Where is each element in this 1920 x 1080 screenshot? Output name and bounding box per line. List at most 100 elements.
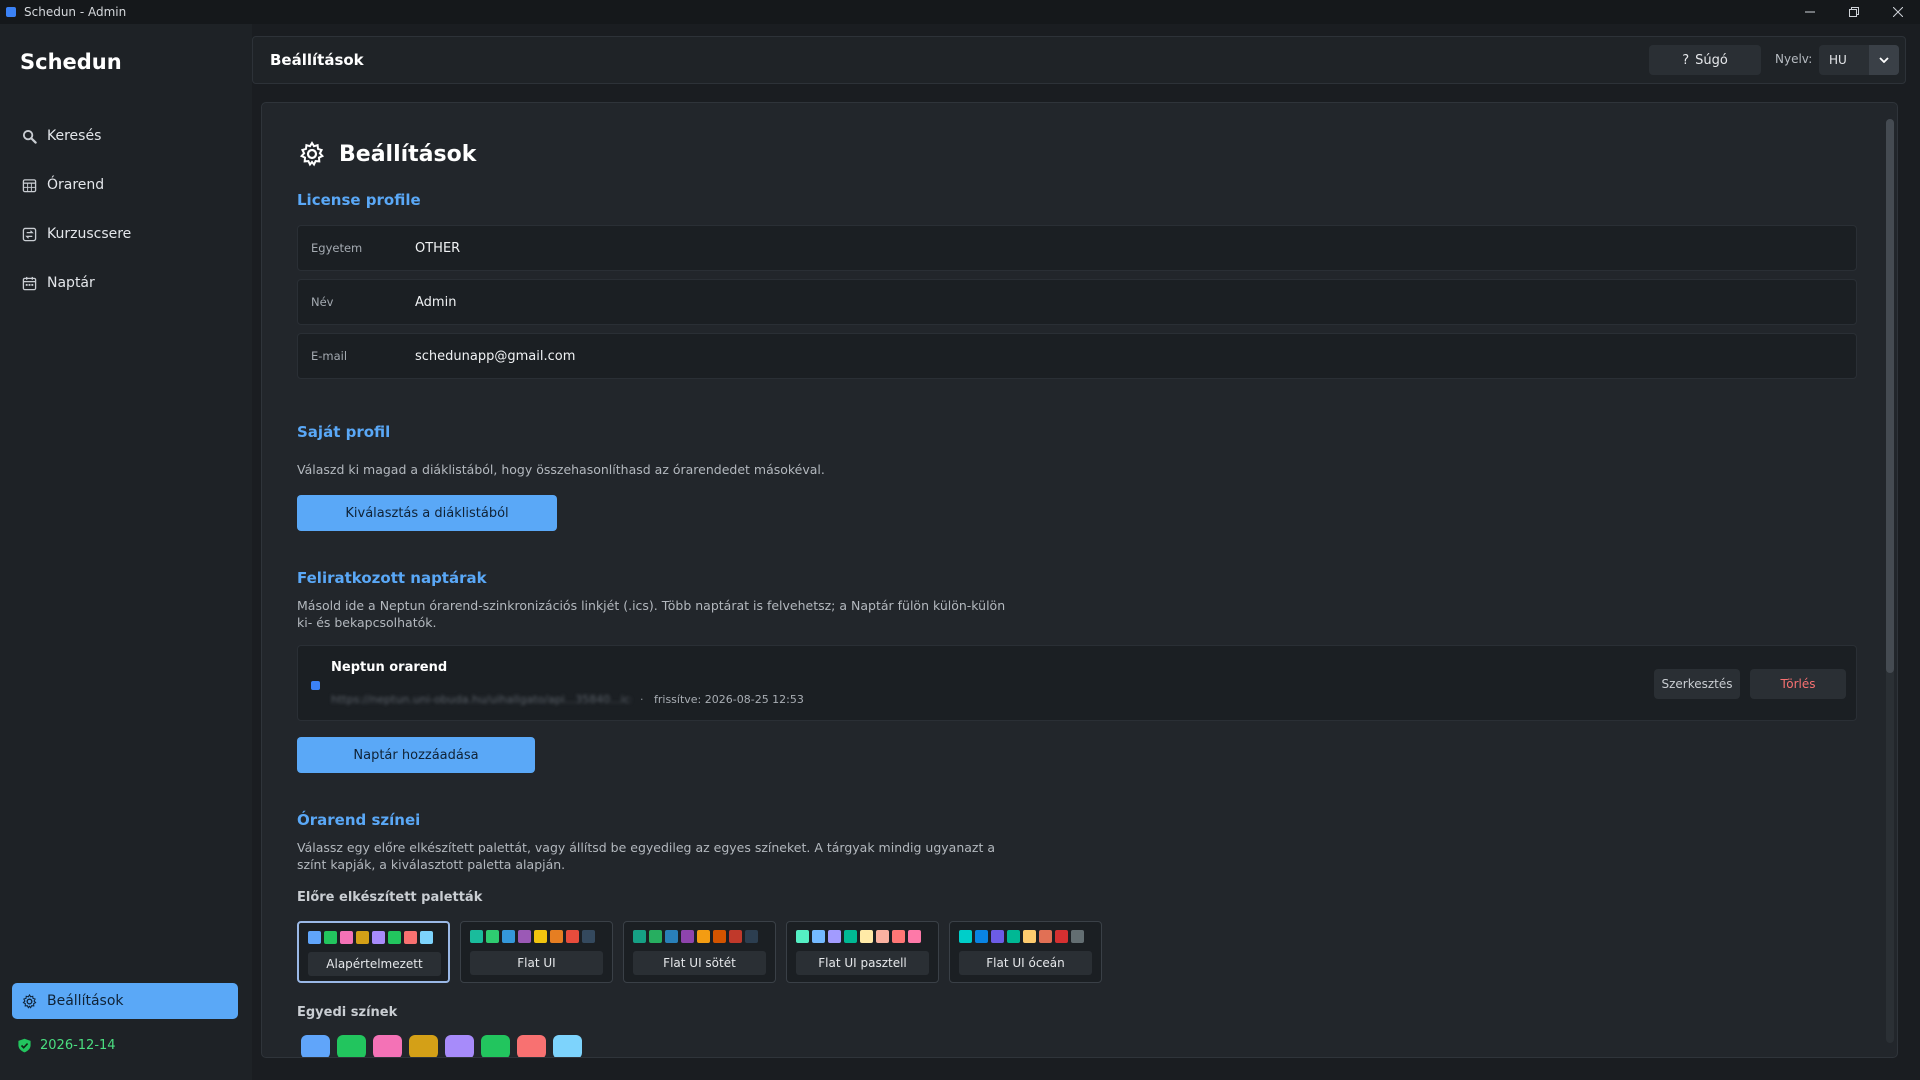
palette-swatch xyxy=(308,931,321,944)
palette-swatch xyxy=(908,930,921,943)
palette-option[interactable]: Alapértelmezett xyxy=(297,921,450,983)
sidebar-item-label: Beállítások xyxy=(47,993,124,1009)
palette-option[interactable]: Flat UI sötét xyxy=(623,921,776,983)
license-row-email: E-mail schedunapp@gmail.com xyxy=(297,333,1857,379)
help-button-label: Súgó xyxy=(1695,52,1728,68)
calendar-separator: · xyxy=(640,693,644,706)
custom-color-swatch[interactable] xyxy=(373,1035,402,1057)
custom-color-swatch[interactable] xyxy=(445,1035,474,1057)
palette-swatch xyxy=(1023,930,1036,943)
license-section-title: License profile xyxy=(297,191,421,209)
palette-swatch xyxy=(697,930,710,943)
palette-swatches xyxy=(470,930,598,943)
own-profile-description: Válaszd ki magad a diáklistából, hogy ös… xyxy=(297,462,825,477)
palette-swatch xyxy=(420,931,433,944)
restore-button[interactable] xyxy=(1832,0,1876,24)
palette-swatch xyxy=(729,930,742,943)
scrollbar[interactable] xyxy=(1886,119,1894,1043)
sidebar-item-search[interactable]: Keresés xyxy=(12,118,238,154)
palette-option[interactable]: Flat UI pasztell xyxy=(786,921,939,983)
palette-swatch xyxy=(844,930,857,943)
row-key: Egyetem xyxy=(311,241,363,255)
close-icon xyxy=(1893,7,1903,17)
brand-logo: Schedun xyxy=(20,50,122,74)
window-title: Schedun - Admin xyxy=(24,5,127,19)
own-profile-title: Saját profil xyxy=(297,423,391,441)
palette-swatches xyxy=(796,930,924,943)
restore-icon xyxy=(1849,7,1859,17)
language-label: Nyelv: xyxy=(1775,52,1813,66)
license-status: 2026-12-14 xyxy=(17,1038,116,1053)
palette-swatch xyxy=(324,931,337,944)
custom-color-swatch[interactable] xyxy=(337,1035,366,1057)
palette-swatch xyxy=(356,931,369,944)
custom-color-swatch[interactable] xyxy=(301,1035,330,1057)
sidebar-item-label: Naptár xyxy=(47,275,95,291)
select-from-student-list-button[interactable]: Kiválasztás a diáklistából xyxy=(297,495,557,531)
sidebar-item-settings[interactable]: Beállítások xyxy=(12,983,238,1019)
palette-option[interactable]: Flat UI xyxy=(460,921,613,983)
search-icon xyxy=(21,128,37,144)
add-calendar-button[interactable]: Naptár hozzáadása xyxy=(297,737,535,773)
palette-swatch xyxy=(828,930,841,943)
calendars-description-line2: ki- és bekapcsolhatók. xyxy=(297,615,437,630)
row-value: Admin xyxy=(415,294,457,310)
palette-swatch xyxy=(372,931,385,944)
palette-swatch xyxy=(665,930,678,943)
custom-color-swatch[interactable] xyxy=(553,1035,582,1057)
palette-swatch xyxy=(566,930,579,943)
palette-swatch xyxy=(404,931,417,944)
palette-swatch xyxy=(892,930,905,943)
edit-calendar-button[interactable]: Szerkesztés xyxy=(1654,669,1740,699)
custom-color-swatch[interactable] xyxy=(517,1035,546,1057)
palette-option[interactable]: Flat UI óceán xyxy=(949,921,1102,983)
sidebar-item-label: Kurzuscsere xyxy=(47,226,132,242)
chevron-down-icon[interactable] xyxy=(1869,45,1899,75)
help-icon: ? xyxy=(1682,52,1690,68)
sidebar-item-course-swap[interactable]: Kurzuscsere xyxy=(12,216,238,252)
page-title: Beállítások xyxy=(270,51,364,69)
calendar-name: Neptun orarend xyxy=(331,660,448,675)
calendar-refreshed: frissítve: 2026-08-25 12:53 xyxy=(654,693,804,706)
help-button[interactable]: ? Súgó xyxy=(1649,45,1761,75)
settings-heading: Beállítások xyxy=(299,141,476,167)
sidebar-item-calendar[interactable]: Naptár xyxy=(12,265,238,301)
row-value: OTHER xyxy=(415,240,461,256)
custom-color-swatches xyxy=(301,1035,589,1057)
language-select[interactable]: HU xyxy=(1819,45,1899,75)
sidebar-item-label: Órarend xyxy=(47,177,105,193)
palette-swatch xyxy=(796,930,809,943)
license-row-name: Név Admin xyxy=(297,279,1857,325)
scrollbar-thumb[interactable] xyxy=(1886,119,1894,673)
settings-heading-text: Beállítások xyxy=(339,141,477,167)
gear-icon xyxy=(21,993,37,1009)
palette-swatch xyxy=(1039,930,1052,943)
palette-swatch xyxy=(518,930,531,943)
settings-gear-icon xyxy=(299,141,325,167)
license-date: 2026-12-14 xyxy=(40,1038,116,1053)
palette-name: Flat UI óceán xyxy=(959,951,1092,975)
sidebar: Schedun Keresés Órarend Kurzuscsere Napt… xyxy=(0,24,252,1080)
row-key: E-mail xyxy=(311,349,348,363)
custom-color-swatch[interactable] xyxy=(409,1035,438,1057)
custom-color-swatch[interactable] xyxy=(481,1035,510,1057)
calendar-url: https://neptun.uni-obuda.hu/uihallgato/a… xyxy=(331,693,631,706)
palette-swatch xyxy=(713,930,726,943)
palette-name: Flat UI pasztell xyxy=(796,951,929,975)
palette-swatches xyxy=(308,931,436,944)
sidebar-item-timetable[interactable]: Órarend xyxy=(12,167,238,203)
palette-swatch xyxy=(486,930,499,943)
colors-description-line1: Válassz egy előre elkészített palettát, … xyxy=(297,840,996,855)
palette-name: Flat UI xyxy=(470,951,603,975)
palette-swatch xyxy=(633,930,646,943)
palette-swatch xyxy=(876,930,889,943)
presets-label: Előre elkészített paletták xyxy=(297,890,483,905)
palette-swatch xyxy=(1007,930,1020,943)
delete-calendar-button[interactable]: Törlés xyxy=(1750,669,1846,699)
palette-swatch xyxy=(991,930,1004,943)
window-controls xyxy=(1788,0,1920,24)
row-key: Név xyxy=(311,295,334,309)
minimize-button[interactable] xyxy=(1788,0,1832,24)
close-button[interactable] xyxy=(1876,0,1920,24)
timetable-icon xyxy=(21,177,37,193)
